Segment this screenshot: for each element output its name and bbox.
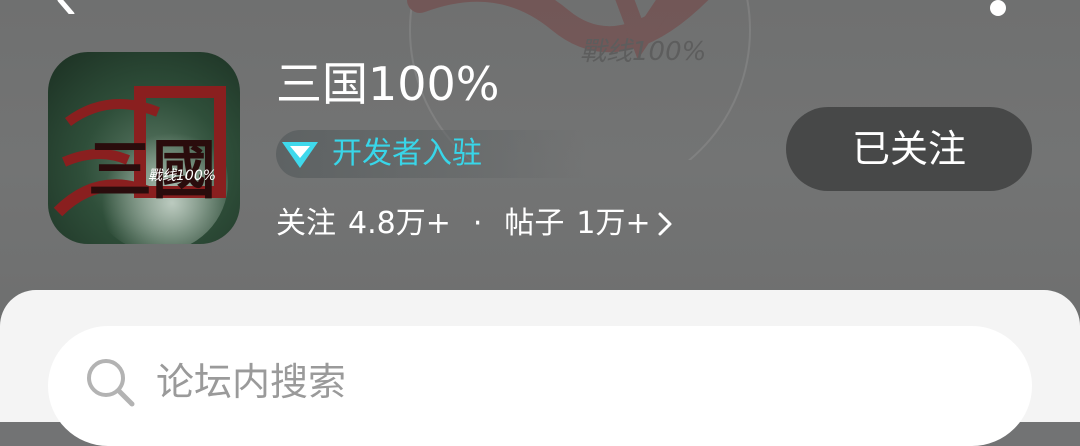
app-icon-subtext: 戰线100%: [148, 168, 216, 184]
posts-stat-label: 帖子: [504, 206, 565, 241]
search-input[interactable]: 论坛内搜索: [48, 326, 1032, 446]
posts-stat-count: 1万+: [576, 206, 651, 241]
followed-button[interactable]: 已关注: [786, 107, 1032, 191]
developer-badge-label: 开发者入驻: [332, 136, 482, 171]
header-background: 戰线100% 三國 戰线100% 三国100% 开发者入驻 关注 4.8万+ ·…: [0, 0, 1080, 330]
developer-badge[interactable]: 开发者入驻: [276, 130, 586, 178]
search-icon: [87, 359, 135, 407]
back-chevron-icon[interactable]: [42, 0, 82, 14]
content-sheet: 论坛内搜索: [0, 290, 1080, 446]
watermark-text: 戰线100%: [580, 37, 706, 67]
app-icon-art: 三國 戰线100%: [53, 86, 228, 244]
chevron-right-icon: [658, 212, 672, 236]
diamond-icon: [282, 142, 318, 168]
stats-separator: ·: [472, 206, 483, 241]
stats-row[interactable]: 关注 4.8万+ · 帖子 1万+: [276, 200, 673, 248]
app-title: 三国100%: [276, 57, 500, 111]
follow-stat-label: 关注: [276, 206, 336, 241]
follow-stat-count: 4.8万+: [348, 206, 451, 241]
more-icon[interactable]: [990, 0, 1006, 16]
app-icon: 三國 戰线100%: [48, 52, 240, 244]
search-placeholder: 论坛内搜索: [156, 360, 347, 404]
